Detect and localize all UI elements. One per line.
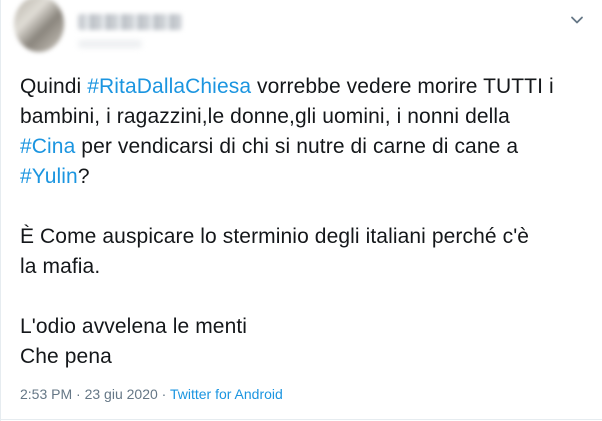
- tweet-card: Quindi #RitaDallaChiesa vorrebbe vedere …: [0, 0, 602, 421]
- avatar[interactable]: [14, 0, 64, 52]
- card-border: [0, 0, 1, 421]
- chevron-down-icon[interactable]: [567, 10, 587, 30]
- tweet-date[interactable]: 23 giu 2020: [85, 386, 158, 402]
- meta-separator: ·: [161, 386, 167, 402]
- text-line: Quindi #RitaDallaChiesa vorrebbe vedere …: [20, 75, 554, 98]
- text-line: la mafia.: [20, 255, 101, 278]
- tweet-metadata: 2:53 PM · 23 giu 2020 · Twitter for Andr…: [20, 386, 283, 402]
- tweet-text: Quindi #RitaDallaChiesa vorrebbe vedere …: [20, 72, 596, 372]
- tweet-source-link[interactable]: Twitter for Android: [170, 386, 283, 402]
- text-line: L'odio avvelena le menti: [20, 315, 248, 338]
- author-name-redacted[interactable]: [78, 14, 182, 30]
- text-line: #Cina per vendicarsi di chi si nutre di …: [20, 135, 519, 158]
- meta-separator: ·: [76, 386, 81, 402]
- text-line: #Yulin?: [20, 165, 90, 188]
- text-line: Che pena: [20, 345, 112, 368]
- bottom-divider: [0, 419, 602, 420]
- text-line: bambini, i ragazzini,le donne,gli uomini…: [20, 105, 510, 128]
- hashtag-cina[interactable]: #Cina: [20, 135, 75, 158]
- author-handle-redacted: [78, 40, 142, 48]
- hashtag-ritadallachiesa[interactable]: #RitaDallaChiesa: [87, 75, 251, 98]
- tweet-time[interactable]: 2:53 PM: [20, 386, 72, 402]
- hashtag-yulin[interactable]: #Yulin: [20, 165, 78, 188]
- text-line: È Come auspicare lo sterminio degli ital…: [20, 225, 530, 248]
